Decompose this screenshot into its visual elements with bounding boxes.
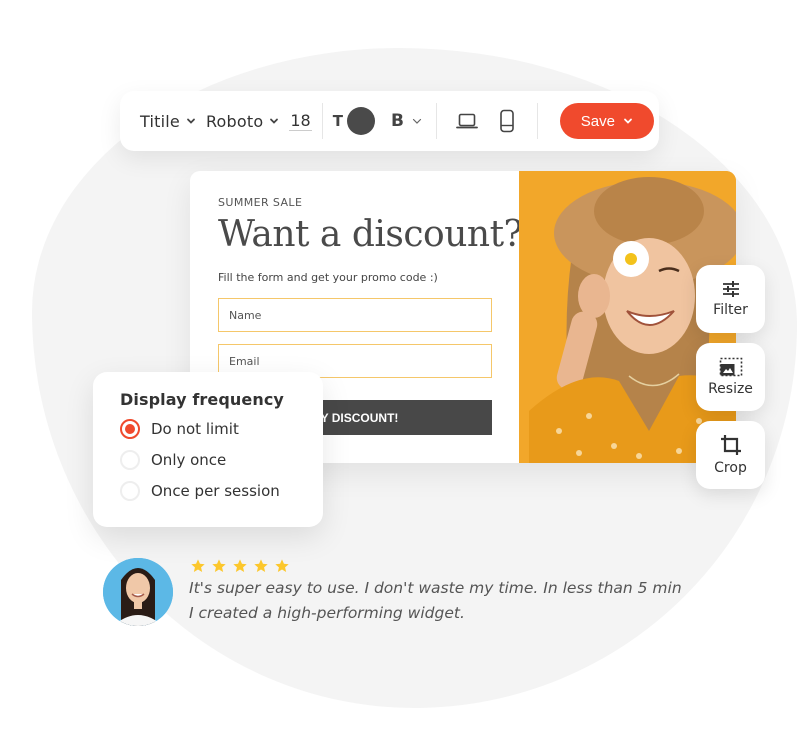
radio-selected[interactable] [120, 419, 140, 439]
star-icon [254, 559, 268, 572]
display-frequency-title: Display frequency [120, 390, 284, 409]
reviewer-avatar [103, 558, 173, 626]
display-frequency-panel: Display frequency Do not limit Only once… [93, 372, 323, 527]
save-button[interactable]: Save [559, 103, 654, 139]
resize-label: Resize [708, 381, 753, 397]
name-placeholder: Name [229, 308, 262, 322]
star-icon [191, 559, 205, 572]
resize-button[interactable]: Resize [696, 343, 765, 411]
toolbar-divider [435, 103, 437, 139]
frequency-option-once-per-session[interactable]: Once per session [120, 480, 296, 502]
bold-button[interactable]: B [391, 111, 404, 131]
reviewer-photo [103, 558, 173, 626]
crop-label: Crop [714, 460, 747, 476]
frequency-option-label: Only once [151, 451, 227, 469]
crop-button[interactable]: Crop [696, 421, 765, 489]
chevron-down-icon[interactable] [269, 116, 279, 126]
mobile-icon[interactable] [496, 109, 518, 133]
email-placeholder: Email [229, 354, 260, 368]
toolbar-divider [536, 103, 538, 139]
cta-label: MY DISCOUNT! [310, 410, 399, 425]
font-size-input[interactable]: 18 [289, 111, 312, 131]
popup-subtext: Fill the form and get your promo code :) [218, 271, 438, 284]
text-color-swatch[interactable] [346, 107, 375, 135]
frequency-option-only-once[interactable]: Only once [120, 449, 296, 471]
editor-toolbar: Titile Roboto 18 T B Save [120, 91, 659, 151]
sliders-icon [722, 281, 739, 297]
name-field[interactable]: Name [218, 298, 492, 332]
star-icon [212, 559, 226, 572]
element-type-select[interactable]: Titile [140, 112, 180, 131]
popup-eyebrow: SUMMER SALE [218, 196, 303, 209]
frequency-option-label: Once per session [151, 482, 280, 500]
save-label: Save [580, 112, 615, 130]
crop-icon [720, 435, 741, 455]
frequency-option-label: Do not limit [151, 420, 239, 438]
rating-stars [190, 558, 290, 574]
testimonial-quote: It's super easy to use. I don't waste my… [189, 579, 682, 622]
star-icon [275, 559, 289, 572]
laptop-icon[interactable] [456, 109, 478, 133]
filter-label: Filter [713, 302, 748, 318]
resize-image-icon [719, 357, 742, 377]
chevron-down-icon [624, 118, 632, 124]
popup-headline: Want a discount? [218, 214, 523, 255]
filter-button[interactable]: Filter [696, 265, 765, 333]
toolbar-divider [321, 103, 323, 139]
star-icon [233, 559, 247, 572]
chevron-down-icon[interactable] [412, 116, 422, 126]
radio-unselected[interactable] [120, 450, 140, 470]
frequency-option-do-not-limit[interactable]: Do not limit [120, 418, 296, 440]
radio-unselected[interactable] [120, 481, 140, 501]
font-family-select[interactable]: Roboto [206, 112, 263, 131]
chevron-down-icon[interactable] [186, 116, 196, 126]
text-color-label: T [332, 112, 343, 130]
